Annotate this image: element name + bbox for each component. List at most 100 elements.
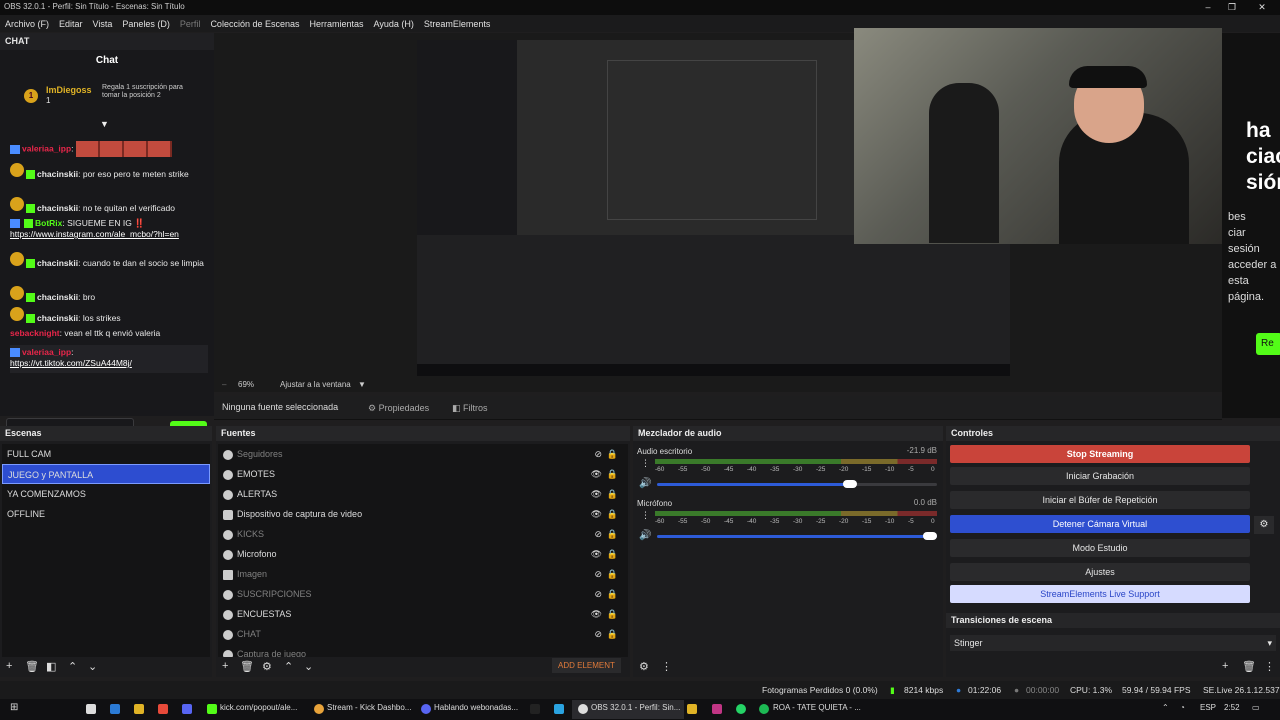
menu-view[interactable]: Vista	[88, 19, 118, 29]
add-icon[interactable]: +	[6, 660, 12, 672]
source-item[interactable]: Imagen ⊘ 🔒	[218, 564, 628, 584]
chevron-down-icon[interactable]: ⌄	[304, 660, 313, 673]
menu-scene-collection[interactable]: Colección de Escenas	[205, 19, 304, 29]
streamelements-support-button[interactable]: StreamElements Live Support	[950, 585, 1250, 603]
trash-icon[interactable]: 🗑	[1242, 660, 1256, 673]
chrome-icon[interactable]	[314, 704, 324, 714]
zoom-fit[interactable]: Ajustar a la ventana	[280, 380, 351, 389]
chat-link[interactable]: https://www.instagram.com/ale_mcbo/?hl=e…	[10, 229, 179, 239]
source-item[interactable]: Seguidores ⊘ 🔒	[218, 444, 628, 464]
kebab-menu-icon[interactable]: ⋮	[641, 458, 650, 469]
scene-item[interactable]: FULL CAM	[2, 444, 210, 464]
taskbar-item[interactable]: ROA - TATE QUIETA - ...	[773, 703, 861, 712]
menu-streamelements[interactable]: StreamElements	[419, 19, 496, 29]
close-button[interactable]: ✕	[1252, 1, 1272, 14]
gear-icon[interactable]: ⚙	[639, 660, 649, 673]
source-item[interactable]: KICKS ⊘ 🔒	[218, 524, 628, 544]
app-icon[interactable]	[110, 704, 120, 714]
menu-help[interactable]: Ayuda (H)	[369, 19, 419, 29]
app-icon[interactable]	[86, 704, 96, 714]
transition-select[interactable]: Stinger ▾	[950, 635, 1276, 651]
taskbar-item[interactable]: Stream - Kick Dashbo...	[327, 703, 411, 712]
overlay-register-button[interactable]: Re	[1256, 333, 1280, 355]
properties-button[interactable]: ⚙ Propiedades	[364, 400, 433, 416]
gear-icon[interactable]: ⚙	[1254, 516, 1274, 534]
replay-buffer-button[interactable]: Iniciar el Búfer de Repetición	[950, 491, 1250, 509]
add-icon[interactable]: +	[222, 660, 228, 672]
menu-profile[interactable]: Perfil	[175, 19, 206, 29]
telegram-icon[interactable]	[554, 704, 564, 714]
start-recording-button[interactable]: Iniciar Grabación	[950, 467, 1250, 485]
discord-icon[interactable]	[421, 704, 431, 714]
preview-area[interactable]	[214, 28, 1222, 391]
kebab-menu-icon[interactable]: ⋮	[641, 510, 650, 521]
start-icon[interactable]: ⊞	[10, 702, 18, 713]
obs-icon[interactable]	[578, 704, 588, 714]
coin-icon	[10, 197, 24, 211]
taskbar-item[interactable]: OBS 32.0.1 - Perfil: Sin...	[591, 703, 680, 712]
scroll-down-icon[interactable]: ▼	[100, 119, 109, 129]
menu-edit[interactable]: Editar	[54, 19, 88, 29]
source-item[interactable]: ALERTAS 👁 🔒	[218, 484, 628, 504]
slider-knob[interactable]	[923, 532, 937, 540]
slider-knob[interactable]	[843, 480, 858, 488]
volume-slider[interactable]	[657, 532, 937, 540]
menu-docks[interactable]: Paneles (D)	[117, 19, 175, 29]
mixer-track: Micrófono 0.0 dB ⋮ -60 -55 -50 -45 -40 -35 -30…	[637, 498, 937, 546]
lang-indicator[interactable]: ESP	[1200, 703, 1216, 712]
kebab-menu-icon[interactable]: ⋮	[661, 660, 672, 673]
scene-item[interactable]: OFFLINE	[2, 504, 210, 524]
source-item[interactable]: EMOTES 👁 🔒	[218, 464, 628, 484]
filter-icon[interactable]: ◧	[46, 660, 56, 673]
volume-slider[interactable]	[657, 480, 937, 488]
instagram-icon[interactable]	[712, 704, 722, 714]
scale-tick-label: -15	[862, 466, 872, 473]
source-item[interactable]: Microfono 👁 🔒	[218, 544, 628, 564]
chevron-down-icon[interactable]: ▼	[358, 380, 366, 389]
spotify-icon[interactable]	[759, 704, 769, 714]
menu-file[interactable]: Archivo (F)	[0, 19, 54, 29]
source-item[interactable]: Captura de juego	[218, 644, 628, 657]
trash-icon[interactable]: 🗑	[25, 660, 39, 673]
notification-icon[interactable]: ▭	[1252, 703, 1260, 712]
speaker-icon[interactable]: 🔊	[639, 478, 651, 489]
stop-streaming-button[interactable]: Stop Streaming	[950, 445, 1250, 463]
zoom-level[interactable]: 69%	[238, 380, 254, 389]
add-element-button[interactable]: ADD ELEMENT	[552, 658, 621, 673]
source-item[interactable]: ENCUESTAS 👁 🔒	[218, 604, 628, 624]
maximize-button[interactable]: ❐	[1222, 1, 1242, 14]
gear-icon[interactable]: ⚙	[262, 660, 272, 673]
speaker-icon[interactable]: 🔊	[639, 530, 651, 541]
settings-button[interactable]: Ajustes	[950, 563, 1250, 581]
scene-item[interactable]: YA COMENZAMOS	[2, 484, 210, 504]
chat-link[interactable]: https://vt.tiktok.com/ZSuA44M8j/	[10, 358, 132, 368]
chevron-down-icon[interactable]: ⌄	[88, 660, 97, 673]
chevron-up-icon[interactable]: ⌃	[68, 660, 77, 673]
tiktok-icon[interactable]	[530, 704, 540, 714]
taskbar-item[interactable]: Hablando webonadas...	[434, 703, 518, 712]
menu-tools[interactable]: Herramientas	[305, 19, 369, 29]
clock[interactable]: 2:52	[1224, 703, 1240, 712]
app-icon[interactable]	[158, 704, 168, 714]
source-item[interactable]: Dispositivo de captura de video 👁 🔒	[218, 504, 628, 524]
chevron-up-icon[interactable]: ⌃	[1162, 703, 1169, 712]
chat-message: sebacknight: vean el ttk q envió valeria	[10, 328, 161, 338]
chevron-up-icon[interactable]: ⌃	[284, 660, 293, 673]
folder-icon[interactable]	[687, 704, 697, 714]
kebab-menu-icon[interactable]: ⋮	[1264, 660, 1275, 673]
kick-icon[interactable]	[207, 704, 217, 714]
lock-icon: 🔒	[606, 629, 618, 639]
taskbar-item[interactable]: kick.com/popout/ale...	[220, 703, 297, 712]
filters-button[interactable]: ◧ Filtros	[448, 400, 492, 416]
add-icon[interactable]: +	[1222, 660, 1228, 672]
scene-item-selected[interactable]: JUEGO y PANTALLA	[2, 464, 210, 484]
trash-icon[interactable]: 🗑	[240, 660, 254, 673]
source-item[interactable]: CHAT ⊘ 🔒	[218, 624, 628, 644]
discord-icon[interactable]	[182, 704, 192, 714]
source-item[interactable]: SUSCRIPCIONES ⊘ 🔒	[218, 584, 628, 604]
minimize-button[interactable]: –	[1198, 1, 1218, 14]
folder-icon[interactable]	[134, 704, 144, 714]
studio-mode-button[interactable]: Modo Estudio	[950, 539, 1250, 557]
virtual-camera-button[interactable]: Detener Cámara Virtual	[950, 515, 1250, 533]
whatsapp-icon[interactable]	[736, 704, 746, 714]
